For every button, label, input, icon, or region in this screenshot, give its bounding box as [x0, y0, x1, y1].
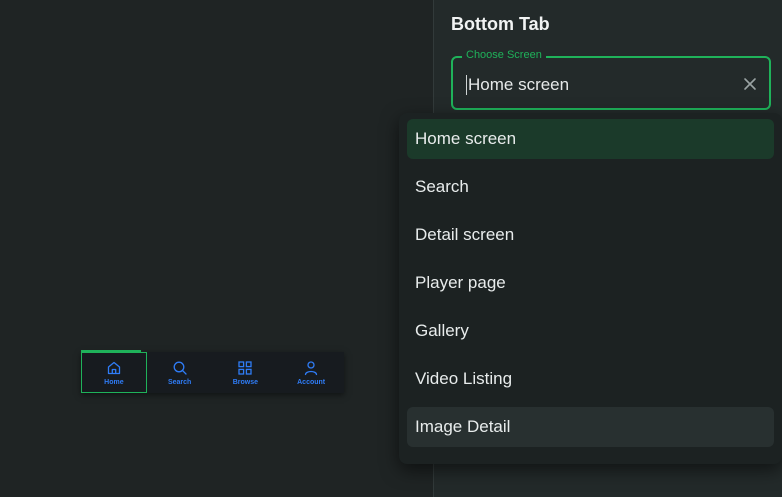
- option-label: Player page: [415, 273, 506, 292]
- option-image-detail[interactable]: Image Detail: [407, 407, 774, 447]
- tab-search-label: Search: [167, 378, 192, 386]
- option-player-page[interactable]: Player page: [407, 263, 774, 303]
- close-icon[interactable]: [742, 76, 758, 92]
- choose-screen-input[interactable]: [466, 75, 726, 95]
- search-icon: [173, 361, 187, 375]
- choose-screen-field[interactable]: Choose Screen: [451, 49, 771, 110]
- option-label: Video Listing: [415, 369, 513, 388]
- choose-screen-label: Choose Screen: [462, 49, 546, 61]
- option-label: Gallery: [415, 321, 469, 340]
- grid-icon: [238, 360, 253, 375]
- option-label: Image Detail: [415, 417, 511, 436]
- tab-browse[interactable]: Browse: [213, 352, 279, 393]
- tab-home[interactable]: Home: [80, 350, 147, 393]
- tab-browse-label: Browse: [232, 378, 259, 386]
- panel-title: Bottom Tab: [451, 14, 550, 34]
- option-search[interactable]: Search: [407, 167, 774, 207]
- tab-search[interactable]: Search: [147, 352, 213, 393]
- tab-account[interactable]: Account: [278, 352, 344, 393]
- bottom-tab-bar: Home Search Browse Account: [80, 350, 344, 393]
- option-detail-screen[interactable]: Detail screen: [407, 215, 774, 255]
- option-label: Detail screen: [415, 225, 515, 244]
- option-label: Search: [415, 177, 469, 196]
- tab-home-label: Home: [104, 378, 124, 386]
- option-label: Home screen: [415, 129, 517, 148]
- home-icon: [107, 361, 121, 374]
- tab-account-label: Account: [297, 378, 326, 386]
- screen-dropdown-menu: Home screen Search Detail screen Player …: [399, 113, 782, 464]
- option-video-listing[interactable]: Video Listing: [407, 359, 774, 399]
- preview-canvas: Home Search Browse Account: [0, 0, 433, 497]
- option-gallery[interactable]: Gallery: [407, 311, 774, 351]
- user-icon: [304, 360, 318, 375]
- option-home-screen[interactable]: Home screen: [407, 119, 774, 159]
